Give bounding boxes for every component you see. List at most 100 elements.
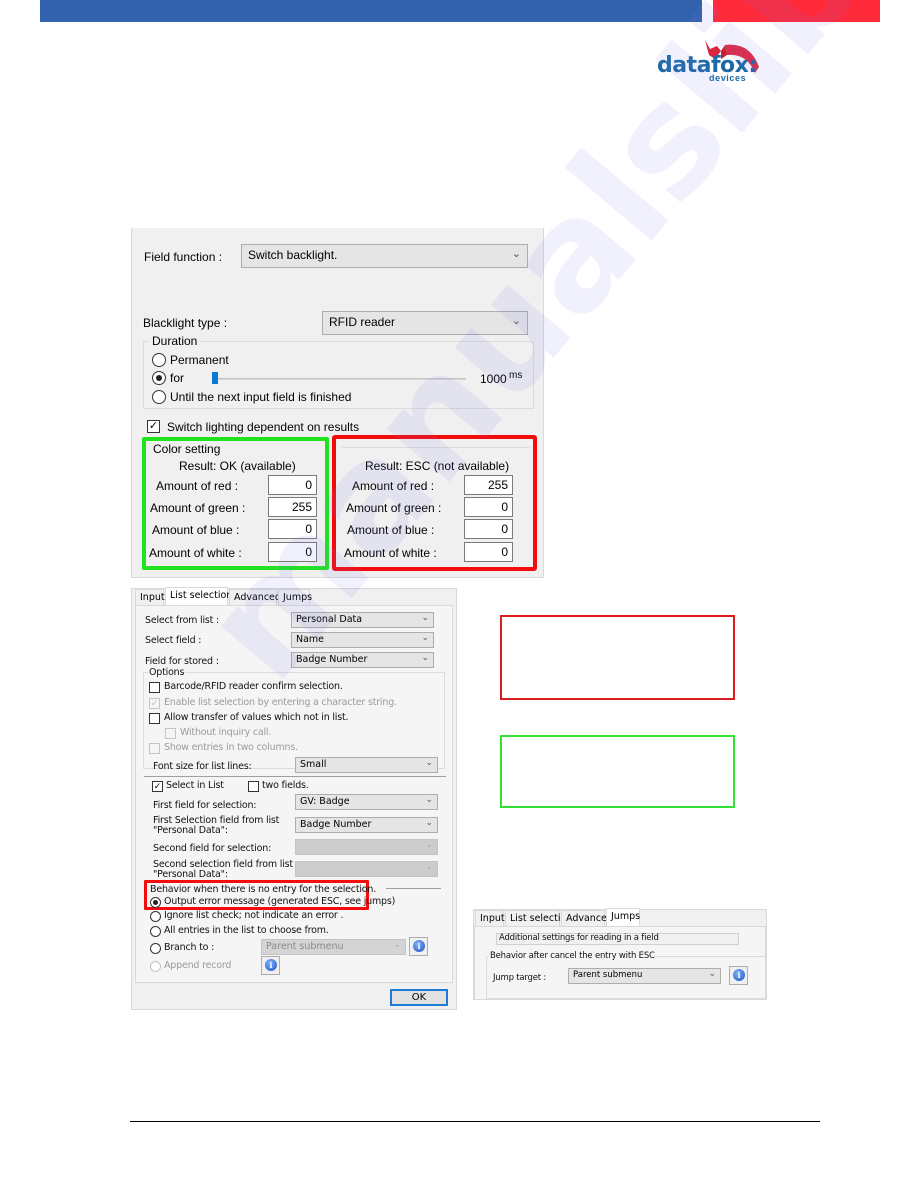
two-fields-checkbox[interactable] (248, 781, 259, 792)
field-for-stored-label: Field for stored : (145, 656, 219, 667)
tab-advanced[interactable]: Advanced (229, 589, 281, 605)
field-function-select[interactable]: Switch backlight. ⌄ (241, 244, 528, 268)
esc-green-input[interactable]: 0 (464, 497, 513, 517)
annotation-box-red (500, 615, 735, 700)
font-size-value: Small (300, 759, 327, 770)
ok-button[interactable]: OK (390, 989, 448, 1006)
branch-target-select[interactable]: Parent submenu ⌄ (261, 939, 406, 955)
behavior-ignore-radio[interactable] (150, 911, 161, 922)
behavior-all-entries-label: All entries in the list to choose from. (164, 925, 329, 936)
behavior-append-radio[interactable] (150, 961, 161, 972)
second-selection-select[interactable]: ⌄ (295, 861, 438, 877)
duration-until-next-label: Until the next input field is finished (170, 390, 352, 404)
allow-transfer-label: Allow transfer of values which not in li… (164, 712, 349, 723)
jumps-dialog: Input List selection Advanced Jumps Addi… (473, 908, 767, 1000)
without-inquiry-checkbox[interactable] (165, 728, 176, 739)
tab-jumps[interactable]: Jumps (278, 589, 312, 605)
two-columns-checkbox[interactable] (149, 743, 160, 754)
enable-list-selection-label: Enable list selection by entering a char… (164, 697, 397, 708)
tab-input[interactable]: Input (475, 910, 505, 926)
select-field-label: Select field : (145, 635, 202, 646)
esc-heading: Result: ESC (not available) (365, 459, 510, 473)
tab-jumps[interactable]: Jumps (606, 908, 640, 927)
ok-green-input[interactable]: 255 (268, 497, 317, 517)
duration-slider-thumb[interactable] (212, 372, 218, 384)
first-field-select[interactable]: GV: Badge ⌄ (295, 794, 438, 810)
behavior-ignore-label: Ignore list check; not indicate an error… (164, 910, 344, 921)
logo-subtitle: devices (709, 73, 747, 83)
esc-red-label: Amount of red : (352, 479, 435, 493)
behavior-title: Behavior when there is no entry for the … (150, 884, 377, 895)
jump-target-select[interactable]: Parent submenu ⌄ (568, 968, 721, 984)
behavior-divider (386, 888, 441, 889)
select-from-list-label: Select from list : (145, 615, 220, 626)
tab-input[interactable]: Input (135, 589, 165, 605)
info-icon: i (413, 940, 425, 952)
field-for-stored-select[interactable]: Badge Number ⌄ (291, 652, 434, 668)
two-fields-label: two fields. (262, 780, 309, 791)
esc-blue-label: Amount of blue : (347, 523, 435, 537)
duration-slider-track[interactable] (212, 378, 466, 380)
ok-red-input[interactable]: 0 (268, 475, 317, 495)
ok-green-label: Amount of green : (150, 501, 246, 515)
chevron-down-icon: ⌄ (425, 758, 433, 768)
field-function-value: Switch backlight. (248, 248, 338, 262)
ok-blue-input[interactable]: 0 (268, 519, 317, 539)
esc-blue-input[interactable]: 0 (464, 519, 513, 539)
select-field-select[interactable]: Name ⌄ (291, 632, 434, 648)
backlight-type-value: RFID reader (329, 315, 396, 329)
chevron-down-icon: ⌄ (421, 613, 429, 623)
behavior-append-label: Append record (164, 960, 232, 971)
chevron-down-icon: ⌄ (425, 795, 433, 805)
ok-red-label: Amount of red : (156, 479, 239, 493)
backlight-type-label: Blacklight type : (143, 316, 228, 330)
jump-target-value: Parent submenu (573, 970, 643, 980)
footer-divider (130, 1121, 820, 1122)
backlight-type-select[interactable]: RFID reader ⌄ (322, 311, 528, 335)
duration-until-next-radio[interactable] (152, 390, 166, 404)
esc-green-label: Amount of green : (346, 501, 442, 515)
duration-for-label: for (170, 371, 185, 385)
tab-list-selection[interactable]: List selection (165, 587, 232, 606)
datafox-logo: datafox: devices (655, 37, 770, 85)
chevron-down-icon: ⌄ (393, 940, 401, 950)
barcode-confirm-checkbox[interactable] (149, 682, 160, 693)
without-inquiry-label: Without inquiry call. (180, 727, 272, 738)
ok-heading: Result: OK (available) (179, 459, 296, 473)
switch-lighting-checkbox[interactable]: ✓ (147, 420, 160, 433)
duration-for-radio[interactable] (152, 371, 166, 385)
behavior-output-error-radio[interactable] (150, 897, 161, 908)
font-size-select[interactable]: Small ⌄ (295, 757, 438, 773)
color-setting-title: Color setting (153, 442, 221, 456)
chevron-down-icon: ⌄ (421, 633, 429, 643)
font-size-label: Font size for list lines: (153, 761, 252, 772)
tab-advanced[interactable]: Advanced (561, 910, 613, 926)
behavior-output-error-label: Output error message (generated ESC, see… (164, 896, 396, 907)
duration-permanent-radio[interactable] (152, 353, 166, 367)
second-field-select[interactable]: ⌄ (295, 839, 438, 855)
allow-transfer-checkbox[interactable] (149, 713, 160, 724)
field-for-stored-value: Badge Number (296, 654, 368, 665)
options-title: Options (148, 667, 186, 678)
select-in-list-checkbox[interactable]: ✓ (152, 781, 163, 792)
ok-white-input[interactable]: 0 (268, 542, 317, 562)
behavior-all-entries-radio[interactable] (150, 926, 161, 937)
first-selection-select[interactable]: Badge Number ⌄ (295, 817, 438, 833)
first-field-label: First field for selection: (153, 800, 257, 811)
duration-readout: 1000 (480, 372, 507, 386)
tab-list-selection[interactable]: List selection (505, 910, 572, 926)
append-info-button[interactable]: i (261, 956, 280, 975)
esc-red-input[interactable]: 255 (464, 475, 513, 495)
info-text-box: Additional settings for reading in a fie… (496, 933, 739, 945)
esc-white-input[interactable]: 0 (464, 542, 513, 562)
annotation-box-green (500, 735, 735, 808)
behavior-branch-radio[interactable] (150, 943, 161, 954)
jump-target-info-button[interactable]: i (729, 966, 748, 985)
chevron-down-icon: ⌄ (511, 315, 521, 327)
branch-info-button[interactable]: i (409, 937, 428, 956)
info-icon: i (733, 969, 745, 981)
select-from-list-select[interactable]: Personal Data ⌄ (291, 612, 434, 628)
second-selection-label-line2: "Personal Data": (153, 869, 228, 880)
enable-list-selection-checkbox[interactable]: ✓ (149, 698, 160, 709)
chevron-down-icon: ⌄ (421, 653, 429, 663)
